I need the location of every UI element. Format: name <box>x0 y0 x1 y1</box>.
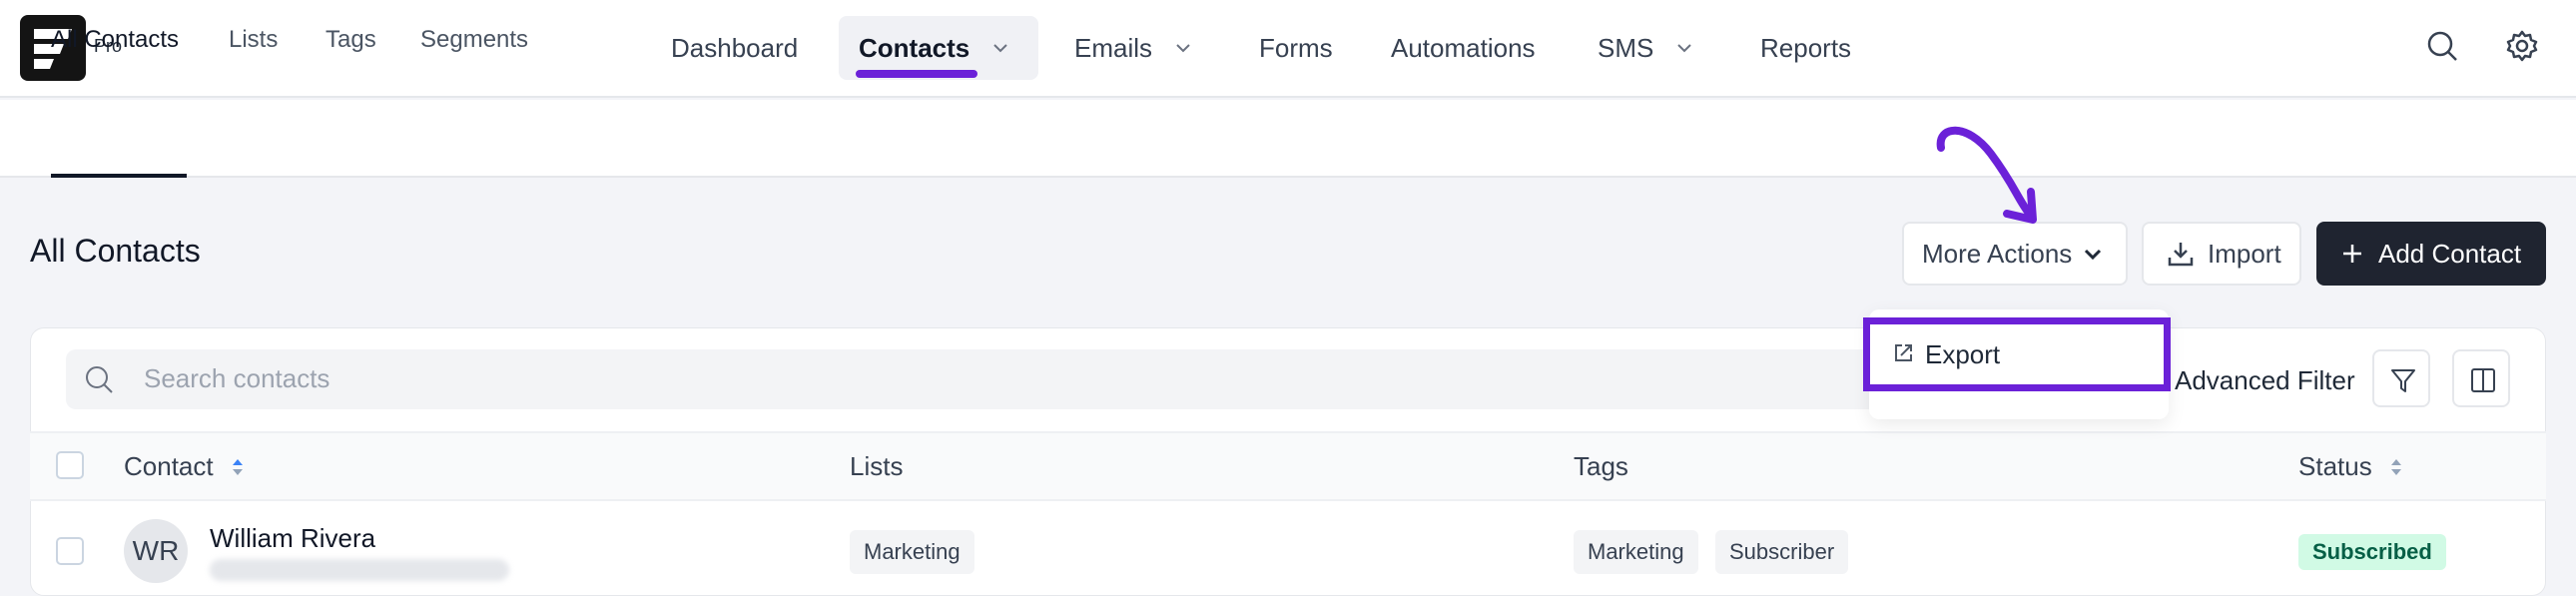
nav-contacts-label: Contacts <box>859 32 970 63</box>
advanced-filter-link[interactable]: Advanced Filter <box>2175 365 2355 396</box>
status-badge: Subscribed <box>2298 534 2446 570</box>
more-actions-label: More Actions <box>1922 238 2073 269</box>
chevron-down-icon <box>2085 249 2102 261</box>
export-label: Export <box>1925 339 2001 369</box>
sort-icon <box>232 459 243 475</box>
tab-segments[interactable]: Segments <box>420 26 528 54</box>
chevron-down-icon <box>1677 44 1692 53</box>
active-nav-indicator <box>856 70 977 78</box>
nav-reports[interactable]: Reports <box>1760 16 1851 80</box>
nav-sms[interactable]: SMS <box>1598 16 1693 80</box>
tab-all-contacts[interactable]: All Contacts <box>51 26 179 54</box>
nav-dashboard-label: Dashboard <box>671 32 799 63</box>
import-label: Import <box>2208 238 2281 269</box>
columns-icon <box>2471 368 2495 392</box>
table-header <box>30 431 2546 501</box>
avatar: WR <box>124 519 188 583</box>
column-contact-label: Contact <box>124 451 214 481</box>
contact-email-redacted <box>210 559 509 581</box>
search-icon[interactable] <box>2424 28 2460 64</box>
annotation-arrow-icon <box>1936 126 2037 224</box>
list-badge: Marketing <box>850 530 974 574</box>
nav-automations[interactable]: Automations <box>1391 16 1536 80</box>
add-contact-button[interactable]: Add Contact <box>2316 222 2546 286</box>
contact-name[interactable]: William Rivera <box>210 523 375 554</box>
sub-navigation <box>0 100 2576 178</box>
column-tags: Tags <box>1574 451 1628 481</box>
tag-badge: Subscriber <box>1715 530 1849 574</box>
tab-tags[interactable]: Tags <box>325 26 376 54</box>
nav-sms-label: SMS <box>1598 32 1654 63</box>
import-button[interactable]: Import <box>2142 222 2301 286</box>
filter-button[interactable] <box>2372 349 2430 407</box>
filter-icon <box>2391 369 2415 392</box>
nav-emails[interactable]: Emails <box>1074 16 1192 80</box>
nav-forms[interactable]: Forms <box>1259 16 1333 80</box>
plus-icon <box>2343 245 2361 263</box>
nav-automations-label: Automations <box>1391 32 1536 63</box>
more-actions-button[interactable]: More Actions <box>1902 222 2128 286</box>
column-lists: Lists <box>850 451 904 481</box>
search-icon <box>86 366 113 393</box>
page-title: All Contacts <box>30 233 201 269</box>
nav-dashboard[interactable]: Dashboard <box>671 16 798 80</box>
tab-lists[interactable]: Lists <box>229 26 278 54</box>
tag-badge: Marketing <box>1574 530 1698 574</box>
nav-forms-label: Forms <box>1259 32 1333 63</box>
search-input[interactable] <box>66 349 2063 409</box>
search-placeholder: Search contacts <box>144 363 330 393</box>
chevron-down-icon <box>993 44 1007 53</box>
chevron-down-icon <box>1176 44 1190 53</box>
active-tab-indicator <box>51 174 187 178</box>
column-status-label: Status <box>2298 451 2372 481</box>
add-contact-label: Add Contact <box>2378 238 2522 269</box>
sort-icon <box>2390 459 2401 475</box>
gear-icon[interactable] <box>2504 28 2540 64</box>
column-status[interactable]: Status <box>2298 451 2403 482</box>
select-all-checkbox[interactable] <box>56 451 84 479</box>
column-contact[interactable]: Contact <box>124 451 245 482</box>
download-icon <box>2168 243 2194 267</box>
export-icon <box>1895 344 1912 361</box>
columns-button[interactable] <box>2452 349 2510 407</box>
row-checkbox[interactable] <box>56 537 84 565</box>
nav-reports-label: Reports <box>1760 32 1852 63</box>
nav-emails-label: Emails <box>1074 32 1153 63</box>
